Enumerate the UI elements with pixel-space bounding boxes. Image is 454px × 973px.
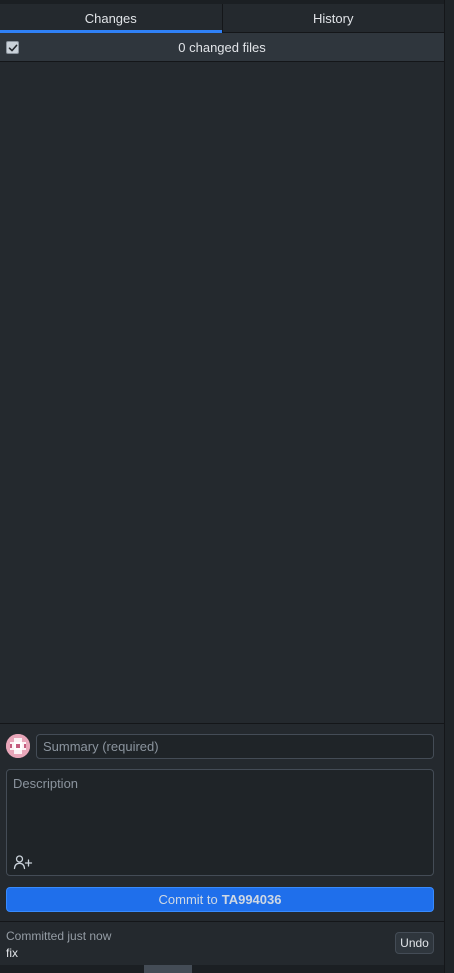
changed-files-list: [0, 62, 444, 723]
avatar-icon: [6, 734, 30, 758]
add-coauthor-button[interactable]: [12, 853, 34, 871]
check-icon: [8, 44, 17, 51]
undo-commit-area: Committed just now fix Undo: [0, 921, 444, 965]
tab-bar: Changes History: [0, 4, 444, 33]
tab-history[interactable]: History: [221, 4, 445, 32]
changes-list-header: 0 changed files: [0, 33, 444, 62]
resize-handle[interactable]: [144, 965, 192, 973]
panel-divider[interactable]: [444, 0, 454, 973]
commit-message-area: Commit to TA994036: [0, 723, 444, 921]
bottom-bar: [0, 965, 444, 973]
last-commit-status: Committed just now: [6, 929, 112, 943]
avatar: [6, 734, 30, 758]
summary-input[interactable]: [36, 734, 434, 759]
tab-changes[interactable]: Changes: [0, 4, 222, 33]
description-field: [6, 769, 434, 876]
commit-branch-name: TA994036: [221, 892, 282, 907]
add-coauthor-icon: [13, 855, 33, 870]
changes-panel: Changes History 0 changed files Summary …: [0, 4, 444, 973]
commit-button-label: Commit to: [158, 892, 218, 907]
description-input[interactable]: [7, 770, 433, 850]
commit-button[interactable]: Commit to TA994036: [6, 887, 434, 912]
undo-button[interactable]: Undo: [395, 932, 434, 954]
last-commit-summary: fix: [6, 946, 18, 960]
changed-files-count: 0 changed files: [178, 39, 266, 55]
select-all-checkbox[interactable]: [6, 41, 19, 54]
